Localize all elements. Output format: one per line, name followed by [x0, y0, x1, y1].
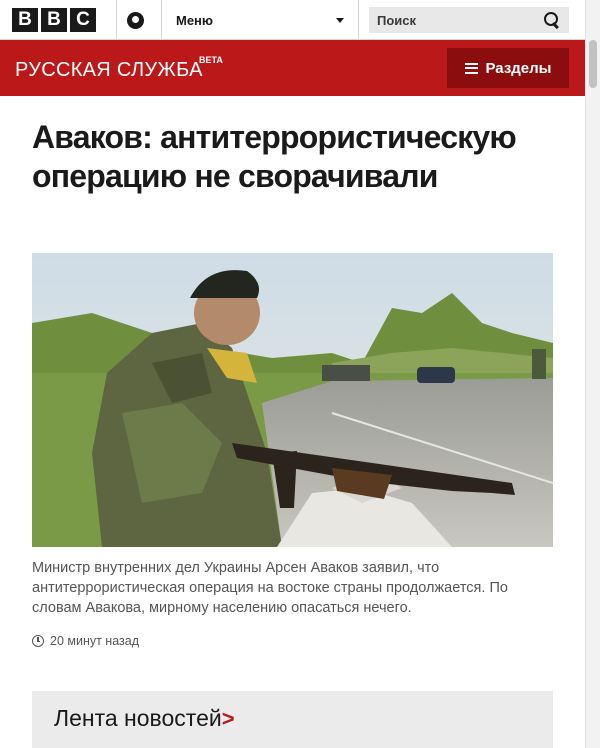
article-photo: [32, 253, 553, 547]
account-button[interactable]: [117, 0, 153, 40]
chevron-down-icon: [336, 17, 344, 23]
divider: [358, 0, 359, 40]
article-summary: Министр внутренних дел Украины Арсен Ава…: [32, 560, 508, 616]
clock-icon: [32, 635, 44, 647]
scroll-thumb[interactable]: [589, 40, 597, 88]
page-scrollbar[interactable]: [585, 0, 600, 748]
timestamp-text: 20 минут назад: [50, 634, 139, 648]
sections-label: Разделы: [485, 59, 552, 77]
news-feed-label: Лента новостей: [54, 705, 222, 731]
article-headline[interactable]: Аваков: антитеррористическую операцию не…: [32, 118, 552, 196]
chevron-right-icon: >: [221, 706, 235, 731]
article-timestamp: 20 минут назад: [32, 634, 139, 648]
sections-button[interactable]: Разделы: [447, 48, 569, 88]
search-box: [369, 7, 569, 33]
menu-dropdown[interactable]: Меню: [162, 0, 358, 40]
logo-letter-c: C: [70, 8, 96, 32]
service-title[interactable]: РУССКАЯ СЛУЖБА: [15, 59, 203, 82]
news-feed-link[interactable]: Лента новостей>: [32, 691, 553, 748]
service-bar: РУССКАЯ СЛУЖБА BETA Разделы: [0, 40, 585, 96]
bbc-logo[interactable]: B B C: [12, 8, 96, 32]
search-icon[interactable]: [543, 11, 561, 29]
logo-letter-b2: B: [41, 8, 67, 32]
search-input[interactable]: [377, 12, 527, 28]
article-image[interactable]: [32, 253, 553, 547]
menu-label: Меню: [176, 12, 214, 28]
top-bar: B B C Меню: [0, 0, 585, 40]
logo-letter-b1: B: [12, 8, 38, 32]
account-icon: [126, 11, 144, 29]
menu-icon: [464, 62, 478, 74]
beta-badge: BETA: [199, 55, 223, 65]
